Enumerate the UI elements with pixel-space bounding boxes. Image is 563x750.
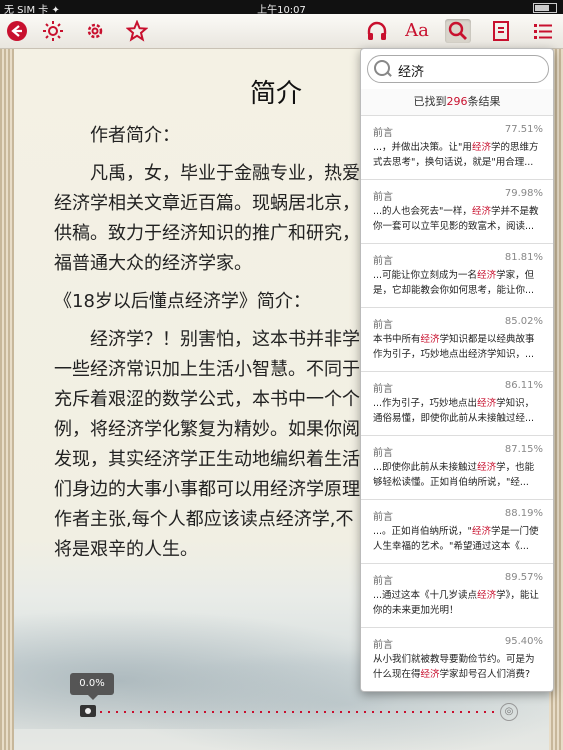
result-percent: 81.81% (504, 252, 543, 263)
list-item[interactable]: 前言 88.19% ...。正如肖伯纳所说，"经济学是一门使人生幸福的艺术。"希… (361, 500, 553, 564)
list-item[interactable]: 前言 79.98% ...的人也会死去"一样，经济学并不是教你一套可以立竿见影的… (361, 180, 553, 244)
result-percent: 79.98% (504, 188, 543, 199)
star-icon[interactable] (124, 19, 150, 43)
result-snippet: 本书中所有经济学知识都是以经典故事作为引子，巧妙地点出经济学知识，... (373, 334, 535, 360)
gear-icon[interactable] (82, 19, 108, 43)
battery-icon (533, 3, 557, 13)
search-popover: 经济 已找到296条结果 前言 77.51% ...，并做出决策。让"用经济学的… (360, 48, 554, 692)
result-chapter: 前言 (373, 448, 393, 459)
result-snippet: ...即使你此前从未接触过经济学，也能够轻松读懂。正如肖伯纳所说，"经... (373, 462, 535, 488)
result-snippet: ...，并做出决策。让"用经济学的思维方式去思考"，换句话说，就是"用合理... (373, 142, 539, 168)
result-percent: 89.57% (504, 572, 543, 583)
result-snippet: ...的人也会死去"一样，经济学并不是教你一套可以立竿见影的致富术，阅读... (373, 206, 539, 232)
result-percent: 95.40% (504, 636, 543, 647)
result-snippet: ...。正如肖伯纳所说，"经济学是一门使人生幸福的艺术。"希望通过这本《... (373, 526, 539, 552)
result-snippet: 从小我们就被教导要勤俭节约。可是为什么现在得经济学家却号召人们消费? (373, 654, 535, 680)
progress-slider-knob[interactable] (80, 705, 96, 717)
list-item[interactable]: 前言 87.15% ...即使你此前从未接触过经济学，也能够轻松读懂。正如肖伯纳… (361, 436, 553, 500)
headphones-icon[interactable] (364, 19, 390, 43)
list-item[interactable]: 前言 81.81% ...可能让你立刻成为一名经济学家，但是，它却能教会你如何思… (361, 244, 553, 308)
progress-track[interactable] (100, 711, 500, 713)
list-item[interactable]: 前言 95.40% 从小我们就被教导要勤俭节约。可是为什么现在得经济学家却号召人… (361, 628, 553, 691)
end-marker-icon: ◎ (500, 703, 518, 721)
page-stack-left (0, 49, 14, 750)
search-query[interactable]: 经济 (398, 61, 424, 80)
result-chapter: 前言 (373, 576, 393, 587)
result-count-number: 296 (446, 95, 468, 108)
list-item[interactable]: 前言 85.02% 本书中所有经济学知识都是以经典故事作为引子，巧妙地点出经济学… (361, 308, 553, 372)
reader-toolbar: Aa (0, 14, 563, 49)
back-arrow-icon[interactable] (4, 19, 30, 43)
result-list: 前言 77.51% ...，并做出决策。让"用经济学的思维方式去思考"，换句话说… (361, 116, 553, 691)
result-chapter: 前言 (373, 384, 393, 395)
result-chapter: 前言 (373, 640, 393, 651)
result-chapter: 前言 (373, 128, 393, 139)
list-item[interactable]: 前言 77.51% ...，并做出决策。让"用经济学的思维方式去思考"，换句话说… (361, 116, 553, 180)
bookmark-icon[interactable] (488, 19, 514, 43)
result-count-suffix: 条结果 (467, 95, 501, 108)
font-size-button[interactable]: Aa (404, 19, 430, 43)
result-count-prefix: 已找到 (413, 95, 447, 108)
sun-icon[interactable] (40, 19, 66, 43)
result-percent: 85.02% (504, 316, 543, 327)
progress-tooltip: 0.0% (70, 673, 114, 700)
result-snippet: ...可能让你立刻成为一名经济学家，但是，它却能教会你如何思考，能让你... (373, 270, 535, 296)
search-icon[interactable] (445, 19, 471, 43)
result-percent: 86.11% (504, 380, 543, 391)
result-percent: 77.51% (504, 124, 543, 135)
result-chapter: 前言 (373, 320, 393, 331)
list-icon[interactable] (530, 19, 556, 43)
magnifier-icon (374, 60, 390, 76)
list-item[interactable]: 前言 89.57% ...通过这本《十几岁读点经济学》，能让你的未来更加光明！ (361, 564, 553, 628)
result-chapter: 前言 (373, 192, 393, 203)
result-snippet: ...通过这本《十几岁读点经济学》，能让你的未来更加光明！ (373, 590, 539, 616)
result-snippet: ...作为引子，巧妙地点出经济学知识，通俗易懂，即使你此前从未接触过经... (373, 398, 535, 424)
result-percent: 87.15% (504, 444, 543, 455)
result-percent: 88.19% (504, 508, 543, 519)
result-chapter: 前言 (373, 512, 393, 523)
page-title: 简介 (250, 79, 303, 109)
list-item[interactable]: 前言 86.11% ...作为引子，巧妙地点出经济学知识，通俗易懂，即使你此前从… (361, 372, 553, 436)
status-bar: 无 SIM 卡 ✦ 上午10:07 (0, 0, 563, 16)
result-count: 已找到296条结果 (361, 89, 553, 116)
result-chapter: 前言 (373, 256, 393, 267)
search-input[interactable]: 经济 (367, 55, 549, 83)
